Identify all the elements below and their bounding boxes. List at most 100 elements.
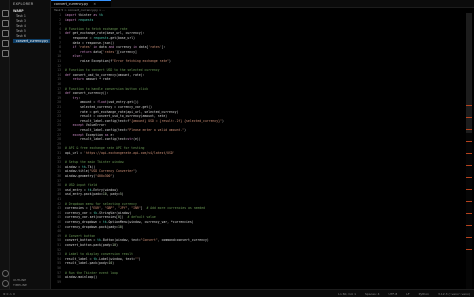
- code-line[interactable]: 20 amount = float(usd_entry.get()): [51, 100, 463, 104]
- scroll-marker: [466, 129, 472, 130]
- code-editor[interactable]: 1 import tkinter as tk 2 import requests 3 4 #…: [51, 13, 463, 289]
- code-text: raise Exception(f"Error fetching exchang…: [65, 59, 171, 63]
- tree-item-convert-currency[interactable]: convert_currency.py: [13, 39, 50, 43]
- code-line[interactable]: 52: [51, 248, 463, 252]
- code-line[interactable]: 41: [51, 197, 463, 201]
- code-line[interactable]: 12: [51, 64, 463, 68]
- code-line[interactable]: 25 except ValueError:: [51, 123, 463, 127]
- code-line[interactable]: 48: [51, 229, 463, 233]
- code-line[interactable]: 30 # API & free exchange rate API for tes…: [51, 146, 463, 150]
- code-line[interactable]: 8 if 'rates' in data and currency in dat…: [51, 45, 463, 49]
- code-line[interactable]: 54 result_label = tk.Label(window, text="…: [51, 257, 463, 261]
- line-number: 5: [59, 31, 61, 36]
- tree-item-task-4[interactable]: Task 4: [16, 24, 26, 28]
- code-line[interactable]: 49 # Convert button: [51, 234, 463, 238]
- code-line[interactable]: 39 usd_entry = tk.Entry(window): [51, 188, 463, 192]
- code-line[interactable]: 3: [51, 22, 463, 26]
- code-line[interactable]: 27 except Exception as e:: [51, 133, 463, 137]
- line-number: 17: [57, 86, 61, 91]
- run-debug-icon[interactable]: [2, 40, 9, 47]
- code-line[interactable]: 33 # Setup the main Tkinter window: [51, 160, 463, 164]
- code-line[interactable]: 55 result_label.pack(pady=10): [51, 261, 463, 265]
- python-interpreter[interactable]: 3.12.3 ('.venv': venv): [438, 292, 470, 296]
- code-line[interactable]: 17 # Function to handle conversion button…: [51, 87, 463, 91]
- code-line[interactable]: 42 # Dropdown menu for selecting currency: [51, 202, 463, 206]
- tree-item-task-3[interactable]: Task 3: [16, 19, 26, 23]
- indentation[interactable]: Spaces: 4: [365, 292, 380, 296]
- code-line[interactable]: 6 response = requests.get(base_url): [51, 36, 463, 40]
- code-line[interactable]: 2 import requests: [51, 18, 463, 22]
- code-line[interactable]: 37: [51, 179, 463, 183]
- code-line[interactable]: 47 currency_dropdown.pack(pady=10): [51, 225, 463, 229]
- code-line[interactable]: 15 return amount * rate: [51, 77, 463, 81]
- tree-item-task-5[interactable]: Task 5: [16, 29, 26, 33]
- line-number: 12: [57, 63, 61, 68]
- code-line[interactable]: 23 result = convert_usd_to_currency(amou…: [51, 114, 463, 118]
- code-line[interactable]: 43 currencies = ["EUR", "GBP", "JPY", "IN…: [51, 206, 463, 210]
- code-text: # Function to convert USD to the selecte…: [65, 68, 160, 73]
- code-line[interactable]: 26 result_label.config(text="Please ente…: [51, 128, 463, 132]
- code-line[interactable]: 57 # Run the Tkinter event loop: [51, 271, 463, 275]
- scroll-thumb[interactable]: [466, 13, 472, 133]
- code-line[interactable]: 58 window.mainloop(): [51, 275, 463, 279]
- code-line[interactable]: 36 window.geometry("400x300"): [51, 174, 463, 178]
- problems-indicator[interactable]: ⊗ 0 ⚠ 0: [3, 292, 15, 296]
- code-line[interactable]: 18 def convert_currency():: [51, 91, 463, 95]
- code-line[interactable]: 40 usd_entry.pack(padx=10, pady=5): [51, 192, 463, 196]
- code-line[interactable]: 50 convert_button = tk.Button(window, tex…: [51, 238, 463, 242]
- tree-item-task-6[interactable]: Task 6: [16, 34, 26, 38]
- code-line[interactable]: 24 result_label.config(text=f"{amount} U…: [51, 119, 463, 123]
- code-line[interactable]: 53 # Label to display conversion result: [51, 252, 463, 256]
- scroll-marker: [466, 201, 472, 202]
- line-number: 56: [57, 266, 61, 270]
- code-line[interactable]: 16: [51, 82, 463, 86]
- search-icon[interactable]: [2, 20, 9, 27]
- code-line[interactable]: 9 return data['rates'][currency]: [51, 50, 463, 54]
- code-line[interactable]: 44 currency_var = tk.StringVar(window): [51, 211, 463, 215]
- scroll-marker: [466, 237, 472, 238]
- code-line[interactable]: 4 # Function to fetch exchange rate: [51, 27, 463, 31]
- editor-scrollbar[interactable]: [466, 13, 472, 289]
- end-of-line[interactable]: LF: [406, 292, 409, 296]
- cursor-position[interactable]: Ln 60, Col 1: [338, 292, 356, 296]
- code-line[interactable]: 29: [51, 142, 463, 146]
- code-line[interactable]: 34 window = tk.Tk(): [51, 165, 463, 169]
- code-line[interactable]: 1 import tkinter as tk: [51, 13, 463, 17]
- gear-icon[interactable]: [2, 280, 9, 287]
- code-line[interactable]: 31 api_url = 'https://api.exchangerate-ap…: [51, 151, 463, 155]
- extensions-icon[interactable]: [2, 50, 9, 57]
- code-line[interactable]: 56: [51, 266, 463, 270]
- code-line[interactable]: 38 # USD input field: [51, 183, 463, 187]
- code-line[interactable]: 19 try:: [51, 96, 463, 100]
- language-mode[interactable]: Python: [419, 292, 429, 296]
- code-line[interactable]: 21 selected_currency = currency_var.get(…: [51, 105, 463, 109]
- code-line[interactable]: 32: [51, 156, 463, 160]
- workspace-folder[interactable]: WARP: [13, 9, 24, 13]
- code-line[interactable]: 51 convert_button.pack(pady=10): [51, 243, 463, 247]
- files-icon[interactable]: [2, 10, 9, 17]
- line-number: 7: [59, 40, 61, 45]
- line-number: 59: [57, 279, 61, 284]
- code-line[interactable]: 45 currency_var.set(currencies[0]) # defa…: [51, 215, 463, 219]
- code-line[interactable]: 7 data = response.json(): [51, 41, 463, 45]
- code-line[interactable]: 22 rate = get_exchange_rate(api_url, sel…: [51, 110, 463, 114]
- encoding[interactable]: UTF-8: [389, 292, 398, 296]
- code-line[interactable]: 14 def convert_usd_to_currency(amount, ra…: [51, 73, 463, 77]
- code-line[interactable]: 46 currency_dropdown = tk.OptionMenu(wind…: [51, 220, 463, 224]
- code-line[interactable]: 5 def get_exchange_rate(base_url, currenc…: [51, 31, 463, 35]
- tab-convert-currency[interactable]: convert_currency.py ×: [51, 0, 111, 7]
- code-line[interactable]: 28 result_label.config(text=str(e)): [51, 137, 463, 141]
- code-line[interactable]: 13 # Function to convert USD to the selec…: [51, 68, 463, 72]
- line-number: 35: [57, 169, 61, 174]
- account-icon[interactable]: [2, 270, 9, 277]
- code-line[interactable]: 59: [51, 280, 463, 284]
- source-control-icon[interactable]: [2, 30, 9, 37]
- timeline-section[interactable]: TIMELINE: [13, 283, 27, 287]
- close-icon[interactable]: ×: [93, 2, 96, 6]
- outline-section[interactable]: OUTLINE: [13, 278, 26, 282]
- code-line[interactable]: 35 window.title("USD Currency Converter"): [51, 169, 463, 173]
- code-line[interactable]: 11 raise Exception(f"Error fetching exch…: [51, 59, 463, 63]
- code-line[interactable]: 10 else:: [51, 54, 463, 58]
- tree-item-task-1[interactable]: Task 1: [16, 14, 26, 18]
- line-number: 26: [57, 128, 61, 132]
